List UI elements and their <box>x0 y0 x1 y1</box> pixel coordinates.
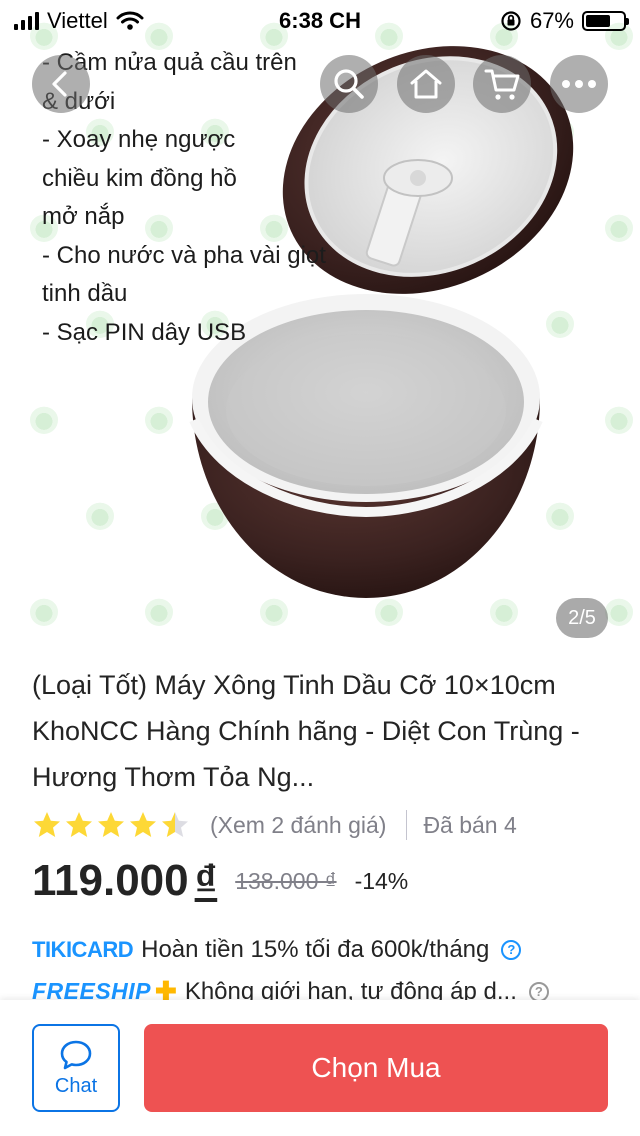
caption-line: tinh dầu <box>42 280 128 307</box>
help-icon[interactable]: ? <box>501 940 522 960</box>
back-button[interactable] <box>32 55 90 113</box>
battery-percent: 67% <box>529 8 574 33</box>
sold-count: Đã bán 4 <box>423 811 517 838</box>
tikicard-text: Hoàn tiền 15% tối đa 600k/tháng <box>141 936 490 963</box>
orientation-lock-icon <box>501 11 521 31</box>
chat-label: Chat <box>54 1074 98 1097</box>
more-icon <box>562 80 596 88</box>
original-price: 138.000 ₫ <box>235 867 337 894</box>
bottom-action-bar: Chat Chọn Mua <box>0 1000 640 1136</box>
current-price: 119.000 ₫ <box>32 856 217 906</box>
product-title: (Loại Tốt) Máy Xông Tinh Dầu Cỡ 10×10cm … <box>32 670 580 792</box>
status-bar: Viettel 6:38 CH 67% <box>0 0 640 40</box>
battery-level <box>586 15 611 27</box>
price-value: 119.000 <box>32 856 189 905</box>
product-info: (Loại Tốt) Máy Xông Tinh Dầu Cỡ 10×10cm … <box>32 662 612 1006</box>
caption-line: - Cho nước và pha vài giọt <box>42 241 326 269</box>
caption-line: - Xoay nhẹ ngược <box>42 126 236 153</box>
star-icon <box>34 812 60 837</box>
cart-icon <box>484 69 520 100</box>
tikicard-logo: TIKICARD <box>32 937 134 962</box>
star-icon <box>98 812 124 837</box>
chat-button[interactable]: Chat <box>32 1024 120 1112</box>
search-icon <box>334 69 364 99</box>
more-button[interactable] <box>550 55 608 113</box>
home-button[interactable] <box>397 55 455 113</box>
caption-line: - Sạc PIN dây USB <box>42 318 247 346</box>
star-rating <box>32 810 190 840</box>
product-image-gallery[interactable]: - Cầm nửa quả cầu trên & dưới - Xoay nhẹ… <box>0 0 640 656</box>
buy-button[interactable]: Chọn Mua <box>144 1024 608 1112</box>
battery-icon <box>582 11 629 31</box>
discount-badge: -14% <box>354 867 409 894</box>
caption-line: mở nắp <box>42 203 125 230</box>
chat-bubble-icon <box>60 1040 92 1069</box>
help-icon[interactable]: ? <box>528 981 549 1002</box>
rating-row: (Xem 2 đánh giá) Đã bán 4 <box>32 810 517 840</box>
reviews-link[interactable]: (Xem 2 đánh giá) <box>210 812 386 839</box>
star-icon <box>162 812 188 837</box>
divider <box>406 810 408 840</box>
currency-symbol: ₫ <box>194 856 218 905</box>
image-counter: 2/5 <box>556 598 608 638</box>
star-icon <box>130 812 156 837</box>
tikicard-promo[interactable]: TIKICARD Hoàn tiền 15% tối đa 600k/tháng… <box>32 936 522 964</box>
battery-info: 67% <box>500 8 629 34</box>
price-row: 119.000 ₫ 138.000 ₫ -14% <box>32 856 408 906</box>
search-button[interactable] <box>320 55 378 113</box>
chevron-left-icon <box>52 71 67 97</box>
star-icon <box>66 812 92 837</box>
cart-button[interactable] <box>473 55 531 113</box>
home-icon <box>410 69 442 99</box>
caption-line: chiều kim đồng hồ <box>42 164 237 192</box>
